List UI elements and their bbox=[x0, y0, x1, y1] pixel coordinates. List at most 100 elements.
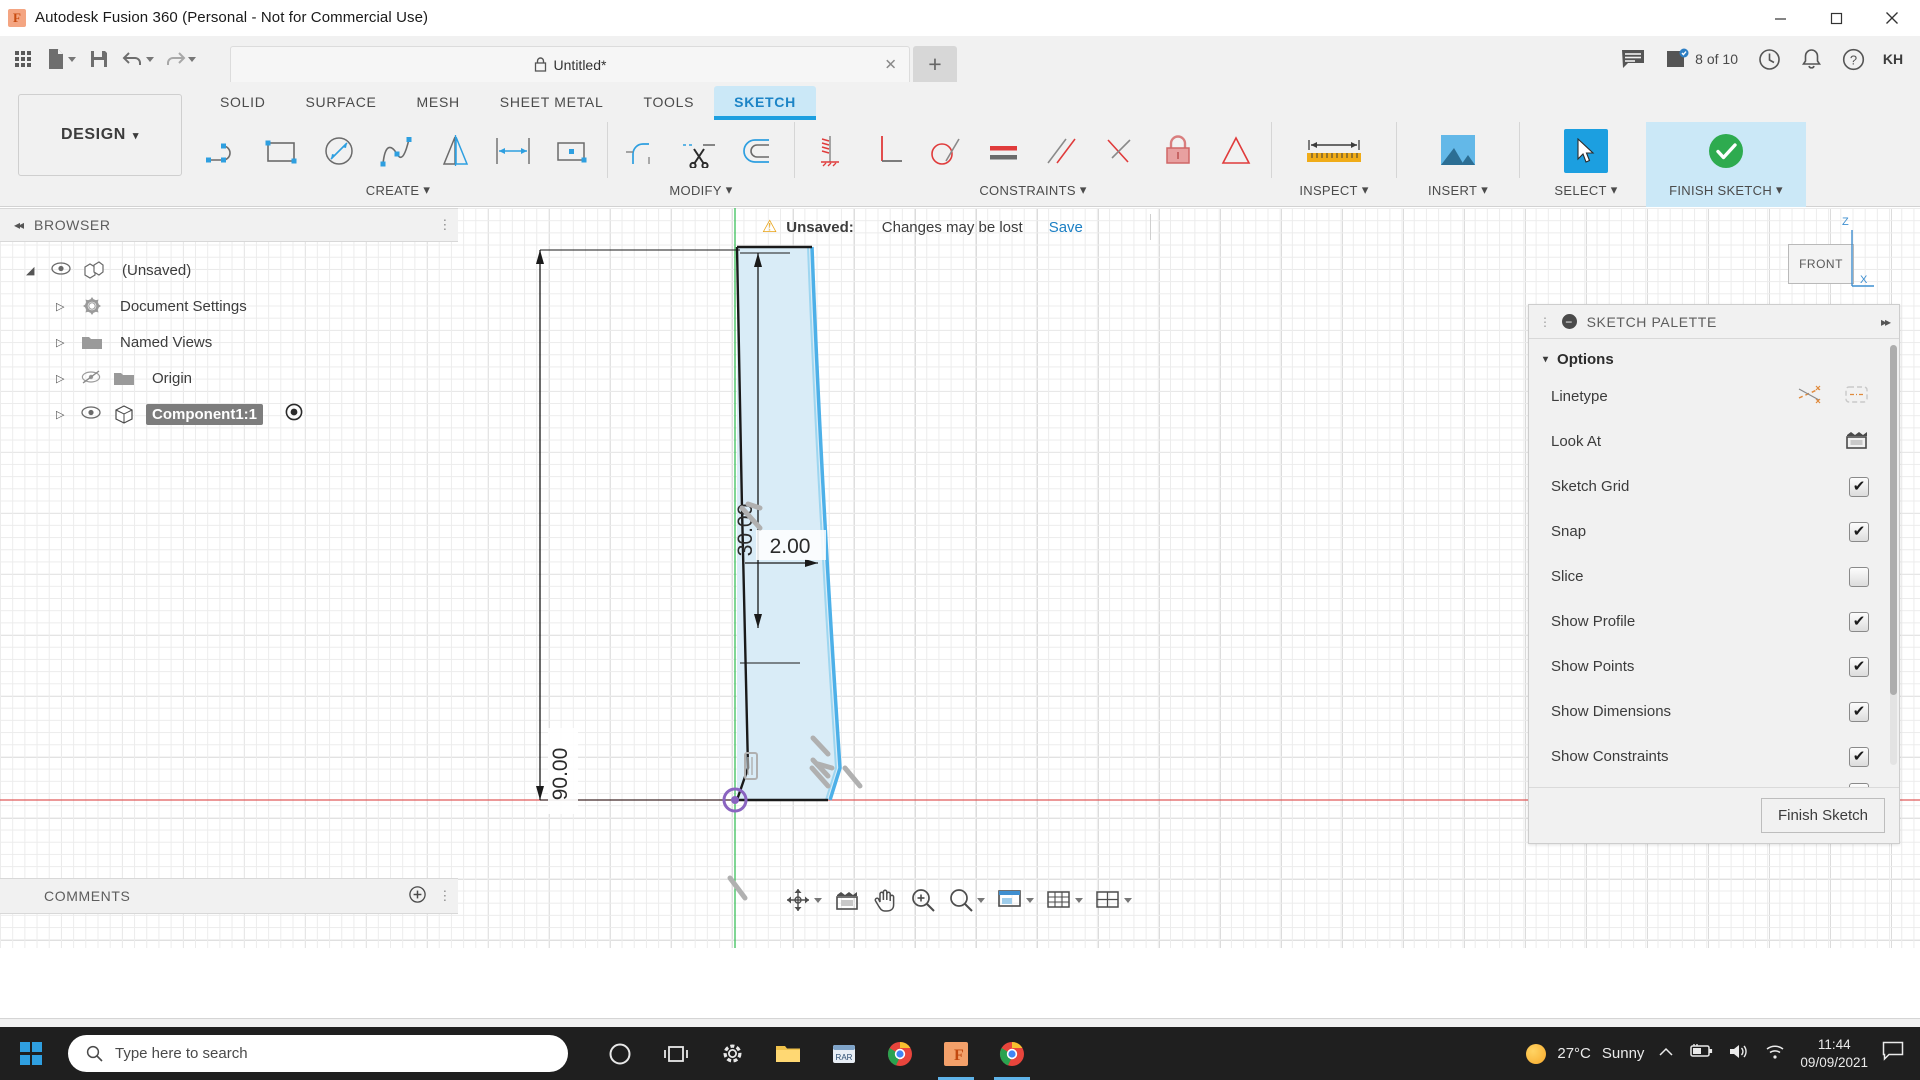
browser-resize-grip[interactable]: ⋮ bbox=[438, 217, 452, 233]
taskbar-fusion360[interactable]: F bbox=[930, 1027, 982, 1080]
taskbar-clock[interactable]: 11:44 09/09/2021 bbox=[1800, 1036, 1868, 1071]
new-tab-button[interactable]: + bbox=[913, 46, 957, 82]
centerline-icon[interactable] bbox=[1844, 384, 1869, 409]
redo-button[interactable] bbox=[160, 41, 200, 77]
taskbar-file-explorer[interactable] bbox=[762, 1027, 814, 1080]
palette-row-show-dimensions[interactable]: Show Dimensions ✔ bbox=[1529, 689, 1899, 734]
tab-tools[interactable]: TOOLS bbox=[623, 86, 714, 117]
tree-item-origin[interactable]: ▷ Origin bbox=[0, 360, 458, 396]
tool-offset[interactable] bbox=[730, 122, 788, 180]
taskbar-cortana[interactable] bbox=[594, 1027, 646, 1080]
tool-rectangle[interactable] bbox=[253, 122, 311, 180]
show-projected-geometries-checkbox[interactable]: ✔ bbox=[1849, 783, 1869, 787]
tray-expand-chevron-icon[interactable] bbox=[1658, 1045, 1674, 1063]
palette-row-slice[interactable]: Slice bbox=[1529, 554, 1899, 599]
taskbar-chrome[interactable] bbox=[874, 1027, 926, 1080]
chevron-down-icon[interactable] bbox=[1124, 897, 1132, 903]
ribbon-group-constraints-label[interactable]: CONSTRAINTS ▾ bbox=[979, 182, 1086, 198]
expand-arrow-icon[interactable]: ▷ bbox=[56, 372, 70, 385]
ribbon-group-finish-sketch-label[interactable]: FINISH SKETCH ▾ bbox=[1669, 182, 1783, 198]
construction-line-icon[interactable] bbox=[1797, 384, 1822, 409]
close-button[interactable] bbox=[1864, 0, 1920, 36]
constraint-parallel[interactable] bbox=[1033, 122, 1091, 180]
comments-button[interactable] bbox=[1612, 40, 1654, 78]
show-points-checkbox[interactable]: ✔ bbox=[1849, 656, 1869, 677]
nav-viewports[interactable] bbox=[1090, 880, 1137, 920]
volume-icon[interactable] bbox=[1728, 1043, 1750, 1065]
tool-mirror[interactable] bbox=[427, 122, 485, 180]
options-section-header[interactable]: ▾ Options bbox=[1529, 339, 1899, 374]
slice-checkbox[interactable] bbox=[1849, 566, 1869, 587]
comments-panel-header[interactable]: COMMENTS ⋮ bbox=[0, 878, 458, 914]
comments-resize-grip[interactable]: ⋮ bbox=[438, 888, 452, 904]
chevron-down-icon[interactable] bbox=[814, 897, 822, 903]
expand-arrow-icon[interactable]: ▷ bbox=[56, 408, 70, 421]
visibility-hidden-eye-icon[interactable] bbox=[80, 369, 102, 387]
expand-right-icon[interactable]: ▸▸ bbox=[1881, 315, 1891, 329]
tool-spline[interactable] bbox=[369, 122, 427, 180]
taskbar-settings[interactable] bbox=[706, 1027, 758, 1080]
finish-sketch-button[interactable]: Finish Sketch bbox=[1760, 798, 1885, 833]
minimize-button[interactable] bbox=[1752, 0, 1808, 36]
ribbon-group-inspect-label[interactable]: INSPECT ▾ bbox=[1299, 182, 1368, 198]
apps-grid-button[interactable] bbox=[6, 41, 40, 77]
palette-row-sketch-grid[interactable]: Sketch Grid ✔ bbox=[1529, 464, 1899, 509]
tree-item-named-views[interactable]: ▷ Named Views bbox=[0, 324, 458, 360]
palette-scrollbar[interactable] bbox=[1890, 345, 1897, 765]
constraint-fix-unfix[interactable] bbox=[1149, 122, 1207, 180]
tool-rectangular-pattern[interactable] bbox=[543, 122, 601, 180]
ribbon-group-create-label[interactable]: CREATE ▾ bbox=[366, 182, 430, 198]
ribbon-group-modify-label[interactable]: MODIFY ▾ bbox=[669, 182, 732, 198]
undo-button[interactable] bbox=[118, 41, 158, 77]
save-button[interactable] bbox=[82, 41, 116, 77]
nav-display-settings[interactable] bbox=[992, 880, 1039, 920]
tab-solid[interactable]: SOLID bbox=[200, 86, 286, 117]
palette-scrollbar-thumb[interactable] bbox=[1890, 345, 1897, 695]
maximize-button[interactable] bbox=[1808, 0, 1864, 36]
action-center-icon[interactable] bbox=[1882, 1041, 1904, 1066]
constraint-horizontal-vertical[interactable] bbox=[801, 122, 859, 180]
constraint-tangent[interactable] bbox=[917, 122, 975, 180]
taskbar-task-view[interactable] bbox=[650, 1027, 702, 1080]
expand-arrow-icon[interactable]: ▷ bbox=[56, 300, 70, 313]
tool-circle[interactable] bbox=[311, 122, 369, 180]
jobs-status-button[interactable]: 8 of 10 bbox=[1656, 40, 1747, 78]
tab-sketch[interactable]: SKETCH bbox=[714, 86, 816, 120]
battery-icon[interactable] bbox=[1688, 1043, 1714, 1064]
show-profile-checkbox[interactable]: ✔ bbox=[1849, 611, 1869, 632]
expand-arrow-icon[interactable]: ▷ bbox=[56, 336, 70, 349]
tree-item-unsaved[interactable]: ◢ (Unsaved) bbox=[0, 252, 458, 288]
new-document-button[interactable] bbox=[42, 41, 80, 77]
nav-orbit[interactable] bbox=[780, 880, 827, 920]
banner-save-link[interactable]: Save bbox=[1049, 219, 1083, 236]
show-constraints-checkbox[interactable]: ✔ bbox=[1849, 746, 1869, 767]
tree-item-document-settings[interactable]: ▷ Document Settings bbox=[0, 288, 458, 324]
nav-look-at[interactable] bbox=[829, 880, 865, 920]
taskbar-chrome-2[interactable] bbox=[986, 1027, 1038, 1080]
history-button[interactable] bbox=[1749, 40, 1790, 78]
palette-row-show-points[interactable]: Show Points ✔ bbox=[1529, 644, 1899, 689]
tool-select[interactable] bbox=[1557, 122, 1615, 180]
document-tab-close-icon[interactable]: ✕ bbox=[884, 57, 897, 72]
tab-sheet-metal[interactable]: SHEET METAL bbox=[480, 86, 624, 117]
tab-mesh[interactable]: MESH bbox=[397, 86, 480, 117]
taskbar-winrar[interactable]: RAR bbox=[818, 1027, 870, 1080]
nav-pan[interactable] bbox=[867, 880, 903, 920]
nav-zoom[interactable] bbox=[905, 880, 941, 920]
account-avatar[interactable]: KH bbox=[1876, 42, 1910, 76]
palette-row-show-profile[interactable]: Show Profile ✔ bbox=[1529, 599, 1899, 644]
collapse-left-icon[interactable]: ◂◂ bbox=[14, 218, 24, 232]
tool-fillet[interactable] bbox=[614, 122, 672, 180]
finish-sketch-tool[interactable] bbox=[1697, 122, 1755, 180]
add-comment-icon[interactable] bbox=[409, 885, 426, 907]
ribbon-group-insert-label[interactable]: INSERT ▾ bbox=[1428, 182, 1488, 198]
tool-trim[interactable] bbox=[672, 122, 730, 180]
start-button[interactable] bbox=[0, 1027, 62, 1080]
snap-checkbox[interactable]: ✔ bbox=[1849, 521, 1869, 542]
taskbar-search[interactable]: Type here to search bbox=[68, 1035, 568, 1072]
sketch-palette-header[interactable]: ⋮ − SKETCH PALETTE ▸▸ bbox=[1529, 305, 1899, 339]
ribbon-group-finish-sketch[interactable]: FINISH SKETCH ▾ bbox=[1646, 122, 1806, 207]
constraint-coincident[interactable] bbox=[1091, 122, 1149, 180]
palette-row-snap[interactable]: Snap ✔ bbox=[1529, 509, 1899, 554]
notifications-button[interactable] bbox=[1792, 40, 1831, 78]
